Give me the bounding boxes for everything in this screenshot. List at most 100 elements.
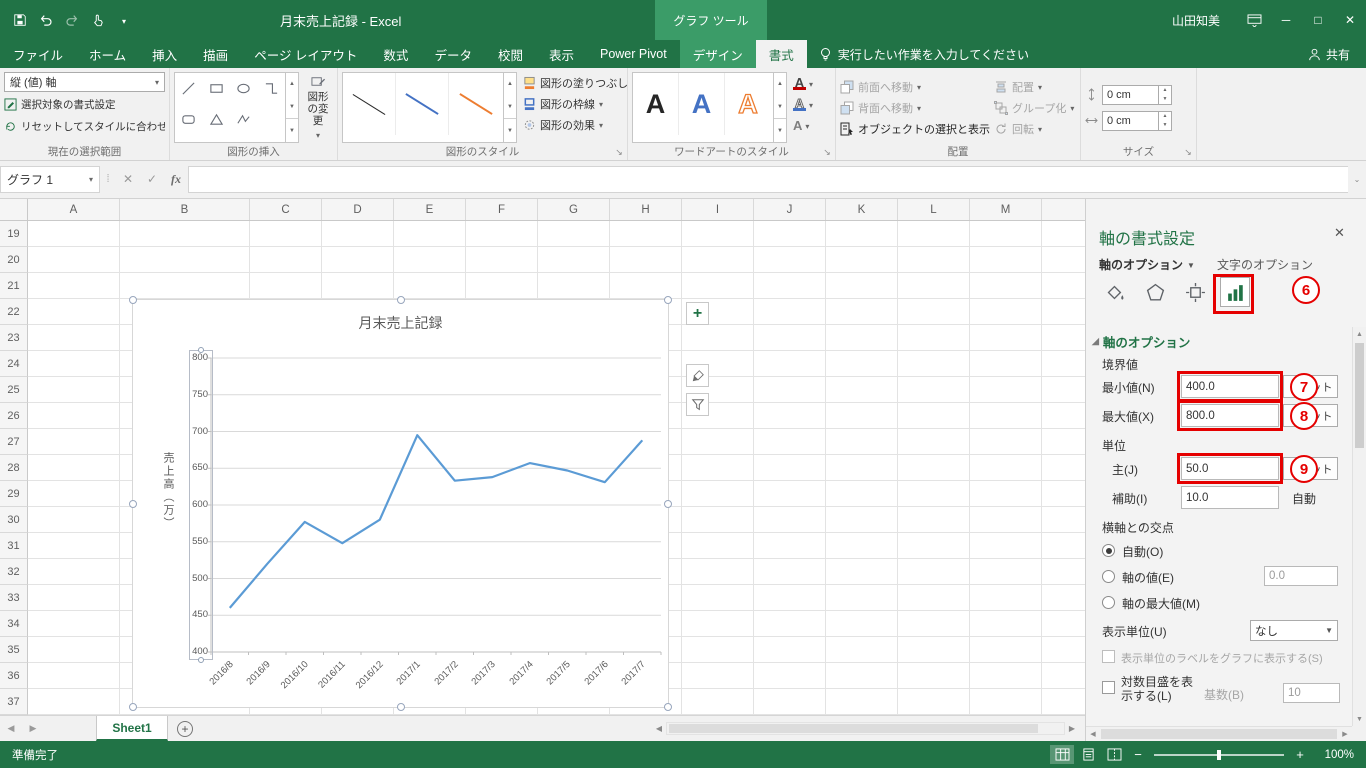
shape-style-preset[interactable] [396,73,449,135]
new-sheet-button[interactable]: + [168,716,202,741]
row-header-27[interactable]: 27 [0,429,28,455]
row-header-34[interactable]: 34 [0,611,28,637]
ribbon-tab-Power Pivot[interactable]: Power Pivot [587,40,680,68]
sheet-next-icon[interactable]: ▶ [22,716,44,741]
scroll-left-icon[interactable]: ◀ [652,724,666,733]
min-value-input[interactable] [1181,375,1279,398]
scroll-down-icon[interactable]: ▼ [1353,712,1366,726]
spinner-arrows[interactable] [1158,111,1171,130]
ribbon-tab-表示[interactable]: 表示 [536,40,587,68]
scrollbar-thumb[interactable] [1355,343,1364,448]
ribbon-tab-ファイル[interactable]: ファイル [0,40,76,68]
elbow-connector-icon[interactable] [258,73,286,104]
touch-mode-button[interactable] [86,7,110,33]
ribbon-tab-描画[interactable]: 描画 [190,40,241,68]
zoom-in-button[interactable]: + [1292,747,1308,762]
save-button[interactable] [8,7,32,33]
scroll-left-icon[interactable]: ◀ [1086,727,1100,741]
dialog-launcher-icon[interactable] [1182,146,1194,158]
column-header-A[interactable]: A [28,199,120,220]
shape-effects-button[interactable]: 図形の効果 [521,115,638,135]
row-header-33[interactable]: 33 [0,585,28,611]
radio-axis-maximum-label[interactable]: 軸の最大値(M) [1122,595,1200,612]
text-fill-button[interactable]: A [791,73,815,93]
close-button[interactable]: ✕ [1334,0,1366,40]
reset-to-match-style-button[interactable]: リセットしてスタイルに合わせる [4,116,165,136]
chart-filters-button[interactable] [686,393,709,416]
enter-icon[interactable]: ✓ [140,166,164,193]
row-header-35[interactable]: 35 [0,637,28,663]
undo-button[interactable] [34,7,58,33]
shape-style-preset[interactable] [449,73,502,135]
radio-axis-value-label[interactable]: 軸の値(E) [1122,569,1174,586]
selection-handle[interactable] [664,703,672,711]
max-value-input[interactable] [1181,404,1279,427]
rectangle-icon[interactable] [203,73,231,104]
selection-handle[interactable] [198,347,204,353]
triangle-icon[interactable] [203,104,231,135]
show-units-checkbox[interactable] [1102,650,1115,663]
pane-vertical-scrollbar[interactable]: ▲ ▼ [1352,327,1366,726]
selection-handle[interactable] [198,657,204,663]
align-button[interactable]: 配置 [994,76,1082,97]
bring-forward-button[interactable]: 前面へ移動 [840,76,990,97]
gallery-down-icon[interactable] [286,96,298,119]
gallery-up-icon[interactable] [774,73,786,96]
share-button[interactable]: 共有 [1292,40,1366,68]
minor-unit-input[interactable] [1181,486,1279,509]
display-units-dropdown[interactable]: なし ▼ [1250,620,1338,641]
rotate-button[interactable]: 回転 [994,118,1082,139]
selection-handle[interactable] [397,703,405,711]
horizontal-scrollbar[interactable]: ◀ ▶ [652,721,1079,736]
name-box[interactable]: グラフ 1 ▾ [0,165,100,193]
selection-handle[interactable] [664,296,672,304]
row-header-29[interactable]: 29 [0,481,28,507]
scroll-up-icon[interactable]: ▲ [1353,327,1366,341]
wordart-style-preset[interactable]: A [725,73,771,135]
gallery-more-icon[interactable] [504,118,516,142]
log-scale-checkbox-label[interactable]: 対数目盛を表示する(L) [1121,675,1197,703]
zoom-slider[interactable] [1154,748,1284,762]
row-header-23[interactable]: 23 [0,325,28,351]
ribbon-display-options-icon[interactable] [1238,0,1270,40]
column-header-D[interactable]: D [322,199,394,220]
ribbon-tab-ホーム[interactable]: ホーム [76,40,139,68]
scroll-right-icon[interactable]: ▶ [1338,727,1352,741]
pane-close-icon[interactable]: ✕ [1334,225,1345,241]
column-header-J[interactable]: J [754,199,826,220]
size-properties-icon[interactable] [1180,277,1210,307]
cancel-icon[interactable]: ✕ [116,166,140,193]
zoom-slider-thumb[interactable] [1217,749,1221,760]
selection-pane-button[interactable]: オブジェクトの選択と表示 [840,118,990,139]
row-header-30[interactable]: 30 [0,507,28,533]
column-header-K[interactable]: K [826,199,898,220]
column-header-L[interactable]: L [898,199,970,220]
redo-button[interactable] [60,7,84,33]
axis-value-input[interactable] [1264,566,1338,586]
log-scale-checkbox[interactable] [1102,681,1115,694]
selection-handle[interactable] [129,296,137,304]
row-header-32[interactable]: 32 [0,559,28,585]
row-header-25[interactable]: 25 [0,377,28,403]
pane-horizontal-scrollbar[interactable]: ◀ ▶ [1086,726,1352,741]
rounded-rectangle-icon[interactable] [175,104,203,135]
customize-qat-button[interactable]: ▾ [112,7,136,33]
chart-element-selector[interactable]: 縦 (値) 軸 [4,72,165,92]
wordart-style-preset[interactable]: A [679,73,725,135]
radio-automatic[interactable] [1102,544,1115,557]
select-all-corner[interactable] [0,199,28,220]
dialog-launcher-icon[interactable] [821,146,833,158]
column-header-G[interactable]: G [538,199,610,220]
axis-options-chart-icon[interactable] [1220,277,1250,307]
scrollbar-thumb[interactable] [669,724,1038,733]
minor-auto-label[interactable]: 自動 [1292,490,1316,507]
ribbon-tab-数式[interactable]: 数式 [370,40,421,68]
fill-line-icon[interactable] [1100,277,1130,307]
gallery-up-icon[interactable] [286,73,298,96]
formula-input[interactable] [188,165,1348,193]
group-button[interactable]: グループ化 [994,97,1082,118]
show-units-checkbox-label[interactable]: 表示単位のラベルをグラフに表示する(S) [1121,650,1323,666]
text-outline-button[interactable]: A [791,94,815,114]
row-header-21[interactable]: 21 [0,273,28,299]
ellipse-icon[interactable] [230,73,258,104]
